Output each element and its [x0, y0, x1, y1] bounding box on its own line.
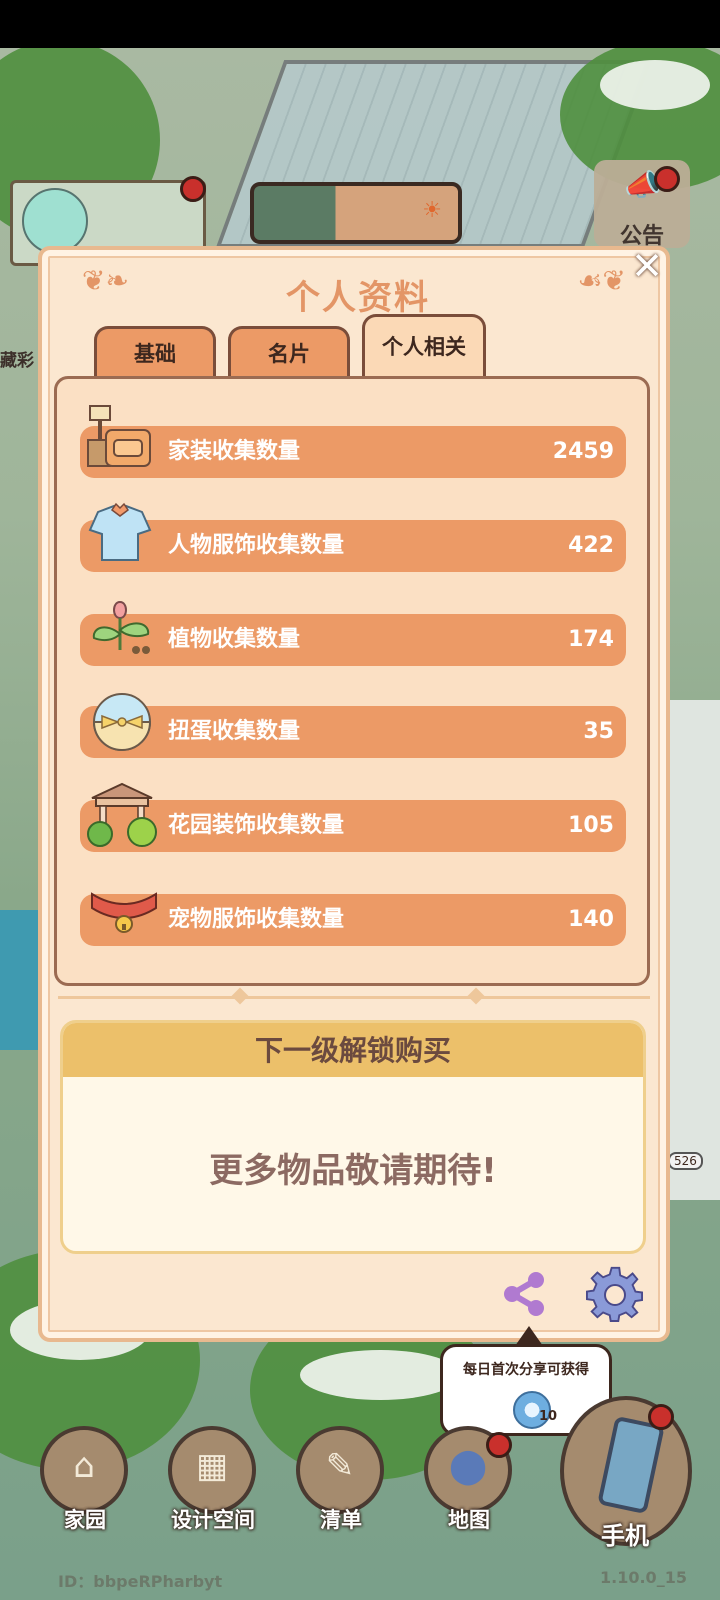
page-title: 个人资料	[286, 278, 430, 318]
nav-design-label: 设计空间	[171, 1508, 255, 1532]
notification-dot	[648, 1404, 674, 1430]
stat-value: 140	[568, 907, 614, 932]
capsule-icon	[92, 693, 152, 751]
avatar[interactable]	[22, 188, 88, 254]
stat-label: 扭蛋收集数量	[168, 719, 301, 744]
snow-patch	[300, 1350, 460, 1400]
version-label: 1.10.0_15	[600, 1568, 687, 1587]
home-icon: ⌂	[73, 1446, 95, 1486]
stat-value: 105	[568, 813, 614, 838]
stat-value: 35	[583, 719, 614, 744]
stat-label: 家装收集数量	[168, 439, 301, 464]
level-badge: 526	[668, 1152, 703, 1170]
tab-personal[interactable]: 个人相关	[362, 314, 486, 380]
furniture-icon	[87, 405, 151, 467]
stat-row-garden: 花园装饰收集数量 105	[80, 800, 626, 852]
reward-count: 10	[539, 1409, 558, 1424]
weather-widget[interactable]: ☀	[250, 182, 462, 244]
notification-dot	[654, 166, 680, 192]
nav-home-button[interactable]: ⌂	[40, 1426, 128, 1514]
plant-icon	[92, 600, 150, 654]
share-icon[interactable]	[498, 1268, 550, 1320]
stat-row-plant: 植物收集数量 174	[80, 614, 626, 666]
pet-collar-icon	[91, 892, 157, 933]
design-icon: ▦	[195, 1446, 229, 1486]
phone-icon	[597, 1415, 665, 1515]
nav-map-label: 地图	[448, 1508, 490, 1532]
tooltip-arrow	[515, 1326, 543, 1346]
notification-dot	[486, 1432, 512, 1458]
tab-basic[interactable]: 基础	[94, 326, 216, 378]
nav-design-button[interactable]: ▦	[168, 1426, 256, 1514]
sun-icon: ☀	[422, 198, 442, 223]
unlock-message: 更多物品敬请期待!	[209, 1151, 497, 1191]
close-button[interactable]: ✕	[628, 247, 666, 286]
stat-row-furniture: 家装收集数量 2459	[80, 426, 626, 478]
stat-label: 植物收集数量	[168, 627, 301, 652]
list-icon: ✎	[325, 1446, 355, 1486]
notification-dot	[180, 176, 206, 202]
stat-value: 422	[568, 533, 614, 558]
nav-list-label: 清单	[320, 1508, 362, 1532]
section-divider	[58, 996, 650, 999]
status-bar	[0, 0, 720, 48]
stat-value: 174	[568, 627, 614, 652]
tooltip-text: 每日首次分享可获得	[463, 1362, 589, 1378]
nav-home-label: 家园	[64, 1508, 106, 1532]
nav-list-button[interactable]: ✎	[296, 1426, 384, 1514]
stat-value: 2459	[552, 439, 614, 464]
tab-card[interactable]: 名片	[228, 326, 350, 378]
stat-row-pet: 宠物服饰收集数量 140	[80, 894, 626, 946]
phone-label: 手机	[601, 1522, 649, 1550]
side-menu-label[interactable]: 藏彩	[0, 346, 34, 371]
stat-label: 花园装饰收集数量	[168, 813, 345, 838]
user-id: ID：bbpeRPharbyt	[58, 1572, 223, 1591]
gazebo-icon	[87, 782, 157, 847]
stat-row-capsule: 扭蛋收集数量 35	[80, 706, 626, 758]
gear-icon[interactable]	[586, 1264, 646, 1324]
snow-patch	[600, 60, 710, 110]
stat-label: 宠物服饰收集数量	[168, 907, 345, 932]
unlock-section: 下一级解锁购买 更多物品敬请期待!	[60, 1020, 646, 1254]
clothing-icon	[88, 502, 152, 561]
stat-label: 人物服饰收集数量	[168, 533, 345, 558]
pool-water	[0, 910, 40, 1050]
stat-row-clothing: 人物服饰收集数量 422	[80, 520, 626, 572]
unlock-header: 下一级解锁购买	[63, 1023, 643, 1077]
